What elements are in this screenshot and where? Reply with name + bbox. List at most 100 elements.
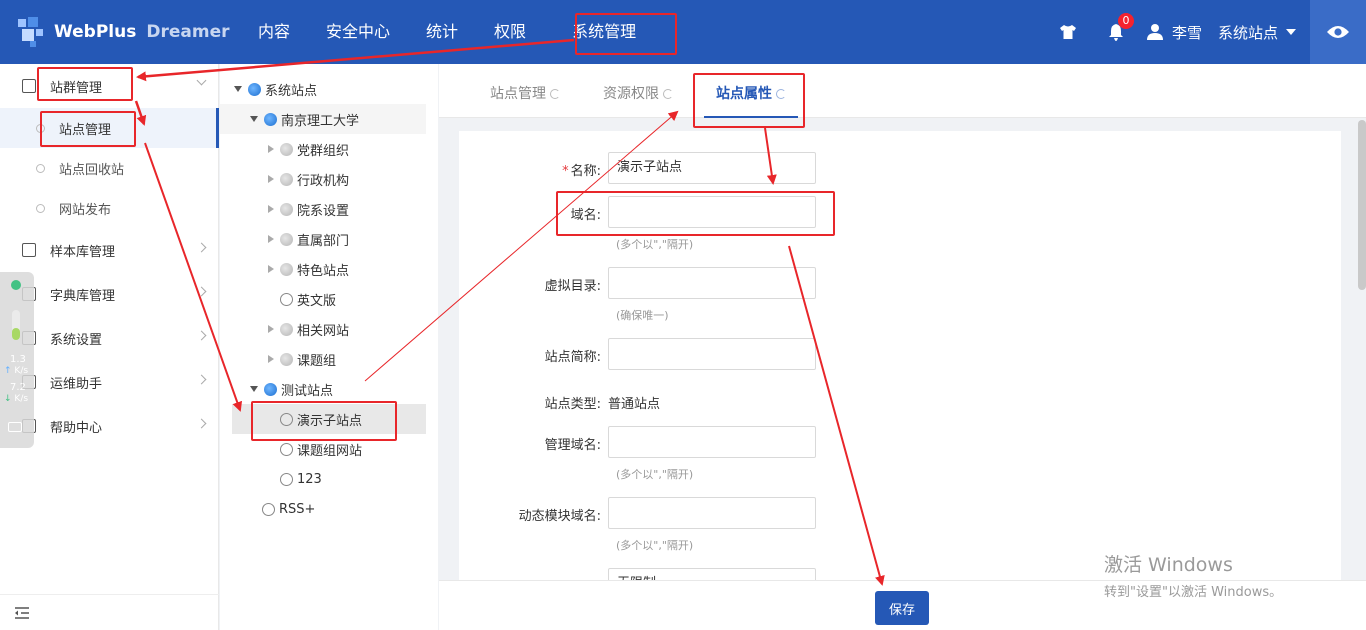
collapsed-arrow-icon[interactable] [268,145,274,153]
chevron-icon [196,242,207,253]
collapsed-arrow-icon[interactable] [268,205,274,213]
field-input[interactable] [608,267,816,299]
user-name: 李雪 [1171,23,1202,42]
globe-icon [264,382,277,396]
tree-node[interactable]: 相关网站 [220,314,426,344]
field-label-text: 站点简称: [544,350,601,365]
tree-node[interactable]: 英文版 [220,284,426,314]
user-menu[interactable]: 李雪 [1146,22,1202,43]
expanded-arrow-icon[interactable] [234,86,242,92]
tree-node-label: RSS+ [279,501,316,517]
site-group-icon [22,79,36,93]
collapsed-arrow-icon[interactable] [268,265,274,273]
notification-bell-icon[interactable]: 0 [1106,13,1134,42]
chevron-icon [196,418,207,429]
tree-node[interactable]: 特色站点 [220,254,426,284]
globe-icon [280,292,293,306]
tree-node-label: 行政机构 [297,173,350,189]
globe-icon [280,322,293,336]
nav-item-2[interactable]: 统计 [408,0,476,64]
required-mark: * [562,164,569,179]
field-input[interactable] [608,426,816,458]
field-input[interactable]: 演示子站点 [608,152,816,184]
sidebar-collapse-button[interactable] [0,594,219,630]
eye-icon [1327,26,1349,38]
scrollbar[interactable] [1358,120,1366,290]
tree-node[interactable]: 党群组织 [220,134,426,164]
nav-item-3[interactable]: 权限 [476,0,544,64]
globe-icon [280,172,293,186]
refresh-icon[interactable] [663,89,673,99]
tree-node[interactable]: 课题组网站 [220,434,426,464]
logo[interactable]: WebPlus Dreamer [14,14,229,50]
refresh-icon[interactable] [776,89,786,99]
tree-node[interactable]: RSS+ [220,494,426,524]
sidebar-subitem-label: 站点管理 [59,122,112,138]
field-label-text: 管理域名: [544,438,601,453]
collapsed-arrow-icon[interactable] [268,175,274,183]
upload-unit: K/s [14,366,29,376]
globe-icon [264,112,277,126]
collapsed-arrow-icon[interactable] [268,235,274,243]
tab-bar: 站点管理 资源权限 站点属性 [439,64,1366,118]
field-input[interactable]: 无限制 [608,568,816,580]
sidebar-group-0[interactable]: 站群管理 [0,64,219,108]
tree-node[interactable]: 行政机构 [220,164,426,194]
site-selector-label: 系统站点 [1217,23,1278,42]
tree-node[interactable]: 南京理工大学 [220,104,426,134]
theme-shirt-icon[interactable] [1058,22,1078,42]
tree-node-label: 演示子站点 [297,413,363,429]
tree-node-label: 相关网站 [297,323,350,339]
nav-item-1[interactable]: 安全中心 [308,0,408,64]
globe-icon [248,82,261,96]
nav-item-0[interactable]: 内容 [240,0,308,64]
field-input[interactable] [608,497,816,529]
field-hint: (多个以","隔开) [616,238,694,251]
field-label: * 名称: [459,160,601,179]
sidebar-group-label: 系统设置 [50,332,103,348]
field-label-text: 站点类型: [544,397,601,412]
site-selector[interactable]: 系统站点 [1218,22,1296,43]
tree-node[interactable]: 演示子站点 [232,404,426,434]
tree-node[interactable]: 直属部门 [220,224,426,254]
field-label: 管理域名: [459,434,601,453]
tree-node-label: 直属部门 [297,233,350,249]
refresh-icon[interactable] [550,89,560,99]
expanded-arrow-icon[interactable] [250,116,258,122]
save-button[interactable]: 保存 [875,591,929,625]
expanded-arrow-icon[interactable] [250,386,258,392]
sidebar-subitem-0[interactable]: 站点管理 [0,108,219,148]
preview-eye-button[interactable] [1310,0,1366,64]
field-label-text: 域名: [570,208,601,223]
tab-2[interactable]: 站点属性 [704,64,798,118]
watermark-subtitle: 转到"设置"以激活 Windows。 [1104,585,1283,600]
field-label-text: 名称: [570,164,601,179]
chevron-icon [196,286,207,297]
nav-item-4[interactable]: 系统管理 [544,0,648,64]
network-speed-widget[interactable]: 1.3 ↑ K/s 7.2 ↓ K/s [0,272,34,448]
collapsed-arrow-icon[interactable] [268,355,274,363]
tree-node-label: 党群组织 [297,143,350,159]
tree-node[interactable]: 系统站点 [220,74,426,104]
globe-icon [280,442,293,456]
tree-node[interactable]: 测试站点 [220,374,426,404]
tab-0[interactable]: 站点管理 [490,64,560,118]
sidebar-group-1[interactable]: 样本库管理 [0,228,219,272]
sidebar-group-label: 运维助手 [50,376,103,392]
sidebar-subitem-2[interactable]: 网站发布 [0,188,219,228]
collapsed-arrow-icon[interactable] [268,325,274,333]
tree-node[interactable]: 123 [220,464,426,494]
field-label: 虚拟目录: [459,275,601,294]
sidebar-group-label: 样本库管理 [50,244,116,260]
sidebar-subitem-1[interactable]: 站点回收站 [0,148,219,188]
tree-node-label: 课题组 [297,353,337,369]
tree-node[interactable]: 课题组 [220,344,426,374]
globe-icon [280,472,293,486]
field-input[interactable] [608,338,816,370]
globe-icon [280,352,293,366]
top-bar: WebPlus Dreamer 内容 安全中心 统计 权限 系统管理 0 李雪 系统站点 [0,0,1366,64]
tab-1[interactable]: 资源权限 [603,64,673,118]
tree-node[interactable]: 院系设置 [220,194,426,224]
sidebar-group-label: 站群管理 [50,80,103,96]
field-input[interactable] [608,196,816,228]
